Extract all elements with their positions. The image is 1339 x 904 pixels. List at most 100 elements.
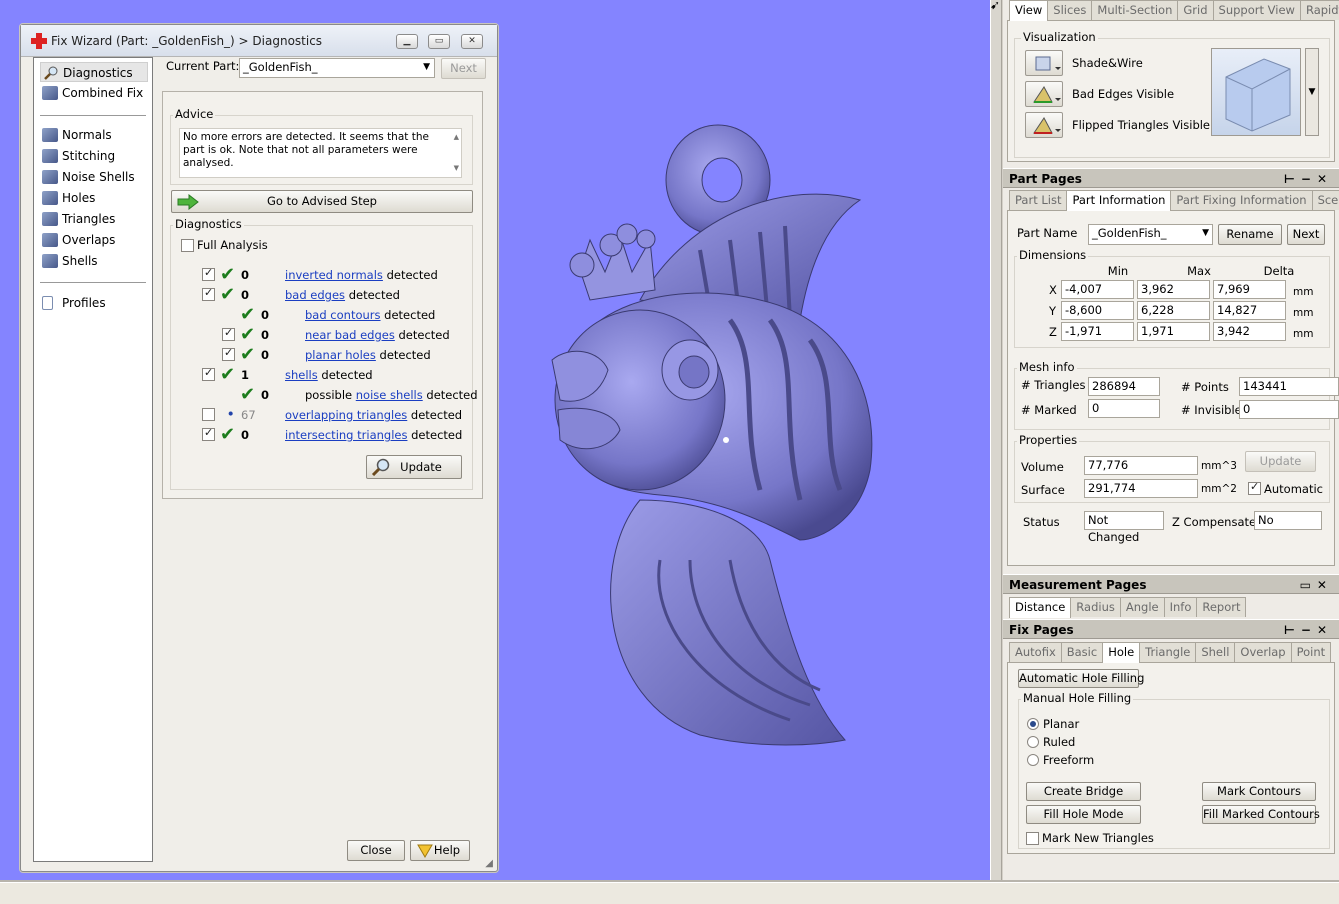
diagnostic-checkbox[interactable] [202, 286, 215, 301]
tab-triangle[interactable]: Triangle [1139, 642, 1197, 662]
tab-angle[interactable]: Angle [1119, 597, 1165, 617]
nav-item-label: Profiles [62, 296, 106, 310]
flipped-triangles-button[interactable] [1025, 112, 1065, 140]
mark-contours-button[interactable]: Mark Contours [1202, 782, 1316, 801]
diagnostic-link[interactable]: overlapping triangles [285, 408, 407, 422]
diagnostic-link[interactable]: shells [285, 368, 318, 382]
tab-rapidfit-view[interactable]: Rapidfit View [1299, 0, 1339, 20]
z-compensated-label: Z Compensated [1172, 515, 1264, 529]
tab-slices[interactable]: Slices [1047, 0, 1093, 20]
tab-view[interactable]: View [1009, 0, 1049, 21]
diagnostic-link[interactable]: bad edges [285, 288, 345, 302]
diagnostic-link[interactable]: inverted normals [285, 268, 383, 282]
panel-controls[interactable]: ⊢−✕ [1284, 620, 1333, 640]
tab-overlap[interactable]: Overlap [1234, 642, 1292, 662]
fix-wizard-titlebar[interactable]: Fix Wizard (Part: _GoldenFish_) > Diagno… [21, 25, 497, 57]
panel-controls[interactable]: ⊢−✕ [1284, 169, 1333, 189]
diagnostic-link[interactable]: bad contours [305, 308, 381, 322]
diagnostic-text: planar holes detected [305, 348, 431, 362]
help-button[interactable]: Help [410, 840, 470, 861]
view-dropdown-arrow-icon[interactable]: ▼ [1305, 48, 1319, 136]
fill-marked-contours-button[interactable]: Fill Marked Contours [1202, 805, 1320, 824]
tab-basic[interactable]: Basic [1060, 642, 1104, 662]
holes-icon [42, 191, 58, 205]
nav-item-normals[interactable]: Normals [40, 125, 148, 145]
scroll-up-icon[interactable]: ▲ [454, 131, 459, 144]
nav-item-label: Normals [62, 128, 112, 142]
tab-support-view[interactable]: Support View [1212, 0, 1301, 20]
nav-item-holes[interactable]: Holes [40, 188, 148, 208]
nav-item-overlaps[interactable]: Overlaps [40, 230, 148, 250]
automatic-hole-filling-button[interactable]: Automatic Hole Filling [1018, 669, 1144, 688]
automatic-checkbox[interactable] [1248, 480, 1261, 495]
tab-report[interactable]: Report [1196, 597, 1247, 617]
tab-autofix[interactable]: Autofix [1009, 642, 1062, 662]
radio-freeform[interactable] [1027, 754, 1039, 766]
mark-new-triangles-checkbox[interactable] [1026, 832, 1039, 845]
radio-ruled[interactable] [1027, 736, 1039, 748]
minimize-button[interactable]: ▁ [396, 34, 418, 49]
close-window-button[interactable]: ✕ [461, 34, 483, 49]
diagnostic-text: possible noise shells detected [305, 388, 478, 402]
panel-controls[interactable]: ▭✕ [1300, 575, 1333, 595]
surface-field: 291,774 [1084, 479, 1198, 498]
diagnostic-link[interactable]: near bad edges [305, 328, 395, 342]
nav-item-triangles[interactable]: Triangles [40, 209, 148, 229]
part-name-select[interactable]: _GoldenFish_ ▼ [1088, 224, 1213, 245]
tab-part-fixing-information[interactable]: Part Fixing Information [1170, 190, 1313, 210]
diagnostic-link[interactable]: planar holes [305, 348, 376, 362]
diagnostic-suffix: detected [386, 268, 438, 282]
resize-grip-icon[interactable]: ◢ [485, 858, 493, 869]
go-to-advised-step-button[interactable]: Go to Advised Step [171, 190, 473, 213]
tab-multi-section[interactable]: Multi-Section [1091, 0, 1179, 20]
tab-radius[interactable]: Radius [1070, 597, 1121, 617]
invisible-label: # Invisible [1181, 403, 1242, 417]
nav-item-noise-shells[interactable]: Noise Shells [40, 167, 148, 187]
next-button[interactable]: Next [441, 58, 486, 79]
part-next-button[interactable]: Next [1287, 224, 1325, 245]
axis-label: Y [1049, 304, 1057, 318]
rename-button[interactable]: Rename [1218, 224, 1282, 245]
close-button[interactable]: Close [347, 840, 405, 861]
properties-update-button[interactable]: Update [1245, 451, 1316, 472]
view-cube[interactable] [1211, 48, 1301, 136]
tab-hole[interactable]: Hole [1102, 642, 1141, 663]
tab-scenes[interactable]: Scenes [1311, 190, 1339, 210]
tab-info[interactable]: Info [1163, 597, 1198, 617]
diagnostic-checkbox[interactable] [222, 326, 235, 341]
diagnostic-checkbox[interactable] [222, 346, 235, 361]
current-part-select[interactable]: _GoldenFish_ ▼ [239, 58, 435, 78]
tab-part-information[interactable]: Part Information [1066, 190, 1172, 211]
nav-item-shells[interactable]: Shells [40, 251, 148, 271]
bad-edges-button[interactable] [1025, 81, 1065, 109]
shade-wire-button[interactable] [1025, 50, 1065, 78]
tab-point[interactable]: Point [1290, 642, 1332, 662]
splitter[interactable] [990, 0, 1002, 880]
nav-item-combined-fix[interactable]: Combined Fix [40, 83, 148, 103]
nav-item-diagnostics[interactable]: Diagnostics [40, 62, 148, 82]
tab-distance[interactable]: Distance [1009, 597, 1072, 618]
update-button[interactable]: Update [366, 455, 462, 479]
full-analysis-checkbox[interactable] [181, 239, 194, 252]
fill-hole-mode-button[interactable]: Fill Hole Mode [1026, 805, 1141, 824]
maximize-button[interactable]: ▭ [428, 34, 450, 49]
part-pages-header: Part Pages ⊢−✕ [1003, 168, 1339, 188]
tab-grid[interactable]: Grid [1177, 0, 1214, 20]
diagnostic-checkbox[interactable] [202, 366, 215, 381]
diagnostic-suffix: detected [398, 328, 450, 342]
advice-text-box[interactable]: No more errors are detected. It seems th… [179, 128, 462, 178]
radio-planar[interactable] [1027, 718, 1039, 730]
diagnostic-checkbox[interactable] [202, 408, 215, 421]
diagnostic-link[interactable]: noise shells [356, 388, 423, 402]
scroll-down-icon[interactable]: ▼ [454, 162, 459, 175]
diagnostic-link[interactable]: intersecting triangles [285, 428, 407, 442]
nav-item-stitching[interactable]: Stitching [40, 146, 148, 166]
diagnostic-checkbox[interactable] [202, 426, 215, 441]
diagnostic-checkbox[interactable] [202, 266, 215, 281]
create-bridge-button[interactable]: Create Bridge [1026, 782, 1141, 801]
tab-shell[interactable]: Shell [1195, 642, 1236, 662]
nav-item-profiles[interactable]: Profiles [40, 293, 148, 313]
tab-part-list[interactable]: Part List [1009, 190, 1068, 210]
check-mark-icon: ✔ [240, 304, 256, 325]
help-icon [417, 844, 433, 858]
